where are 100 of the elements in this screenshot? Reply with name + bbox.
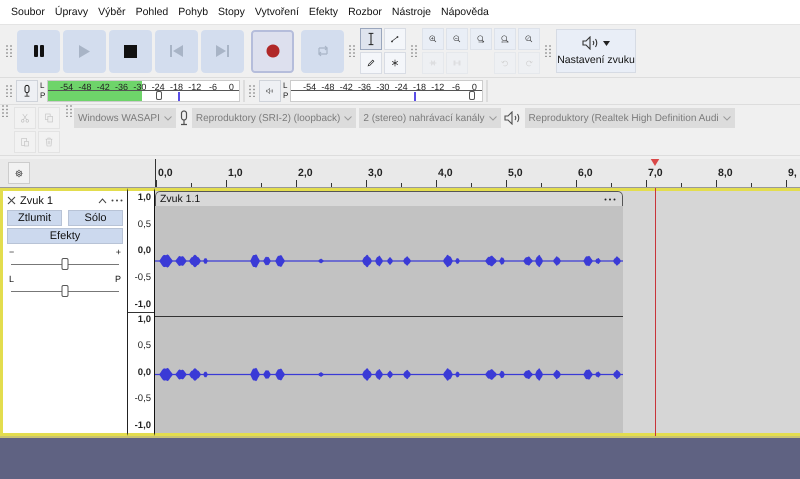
collapse-icon[interactable]	[98, 198, 107, 204]
meter-tick-label: -12	[431, 82, 444, 92]
stop-icon	[124, 44, 137, 58]
pan-slider-thumb[interactable]	[62, 285, 68, 297]
meter-tick-label: -42	[340, 82, 353, 92]
grip-handle-icon[interactable]	[545, 45, 551, 57]
meter-tick-label: -36	[115, 82, 128, 92]
record-button[interactable]	[251, 30, 294, 72]
ruler-label: 3,0	[368, 167, 383, 179]
meter-tick-label: -18	[412, 82, 426, 92]
amplitude-label: 1,0	[138, 314, 151, 324]
meter-tick-label: -24	[394, 82, 408, 92]
chevron-icon	[488, 116, 497, 120]
text-cursor-icon	[367, 31, 375, 47]
ruler-label: 2,0	[298, 167, 313, 179]
menu-item[interactable]: Úpravy	[50, 6, 94, 18]
effects-button[interactable]: Efekty	[7, 228, 123, 244]
menu-item[interactable]: Nápověda	[436, 6, 494, 18]
ruler-label: 8,0	[718, 167, 733, 179]
amplitude-label: -0,5	[134, 272, 151, 283]
meter-tick-label: -30	[376, 82, 390, 92]
skip-to-end-icon	[216, 44, 229, 58]
audio-setup-button[interactable]: Nastavení zvuku	[556, 29, 636, 73]
solo-button[interactable]: Sólo	[68, 210, 123, 226]
amplitude-label: -1,0	[134, 300, 151, 310]
skip-to-start-icon	[170, 44, 183, 58]
menu-item[interactable]: Výběr	[93, 6, 131, 18]
meter-tick-label: -54	[303, 82, 316, 92]
channel-label: P	[40, 91, 46, 101]
speaker-icon	[504, 111, 522, 125]
record-meter-button[interactable]	[16, 80, 38, 102]
more-icon[interactable]	[604, 198, 616, 200]
menu-item[interactable]: Stopy	[213, 6, 250, 18]
zoom-out-button[interactable]	[446, 28, 468, 50]
ruler-label: 9,	[788, 167, 797, 179]
chevron-icon	[164, 116, 172, 120]
amplitude-label: 0,0	[138, 246, 151, 256]
fit-project-button[interactable]	[494, 28, 516, 50]
meter-slider-thumb[interactable]	[156, 91, 162, 100]
stop-button[interactable]	[109, 30, 152, 72]
meter-tick-label: -6	[209, 82, 218, 92]
amplitude-label: -1,0	[134, 421, 151, 431]
tool-button[interactable]	[360, 28, 382, 50]
speaker-icon	[582, 36, 600, 50]
clip-name[interactable]: Zvuk 1.1	[160, 193, 200, 205]
grip-handle-icon[interactable]	[6, 85, 12, 97]
menu-item[interactable]: Soubor	[6, 6, 50, 18]
meter-tick-label: -6	[452, 82, 460, 92]
close-icon[interactable]	[7, 196, 16, 205]
fit-selection-button[interactable]	[470, 28, 492, 50]
meter-tick-label: 0	[228, 82, 234, 92]
menu-item[interactable]: Pohled	[130, 6, 174, 18]
zoom-toggle-button[interactable]	[518, 28, 540, 50]
menu-item[interactable]: Rozbor	[343, 6, 387, 18]
chevron-icon	[344, 116, 352, 120]
meter-tick-label: -18	[170, 82, 183, 92]
meter-tick-label: 0	[472, 82, 477, 92]
microphone-icon	[178, 110, 189, 126]
amplitude-label: 0,5	[138, 341, 151, 352]
playhead-marker[interactable]	[650, 159, 660, 166]
ruler-label: 7,0	[648, 167, 663, 179]
grip-handle-icon[interactable]	[411, 45, 417, 57]
grip-handle-icon[interactable]	[6, 45, 12, 57]
meter-tick-label: -48	[321, 82, 334, 92]
channel-label: P	[283, 91, 288, 101]
channel-label: L	[40, 81, 46, 91]
audio-clip[interactable]: Zvuk 1.1	[155, 191, 623, 433]
amplitude-label: 0,0	[138, 368, 151, 378]
loop-icon	[316, 44, 330, 58]
grip-handle-icon[interactable]	[349, 45, 355, 57]
gain-slider-thumb[interactable]	[62, 258, 68, 270]
meter-tick-label: -36	[358, 82, 372, 92]
play-icon	[78, 44, 91, 58]
menu-item[interactable]: Pohyb	[173, 6, 214, 18]
microphone-icon	[23, 83, 31, 99]
mute-button[interactable]: Ztlumit	[7, 210, 62, 226]
ruler-label: 4,0	[438, 167, 453, 179]
amplitude-label: 0,5	[138, 220, 151, 230]
meter-tick-label: -12	[188, 82, 202, 92]
menu-item[interactable]: Vytvoření	[250, 6, 304, 18]
more-icon[interactable]	[111, 199, 123, 202]
meter-tick-label: -24	[152, 82, 165, 92]
slider-max-label: P	[114, 275, 121, 284]
zoom-in-button[interactable]	[422, 28, 444, 50]
meter-slider-thumb[interactable]	[469, 91, 476, 100]
pause-icon	[32, 44, 44, 58]
pause-button[interactable]	[17, 30, 60, 72]
menu-item[interactable]: Efekty	[304, 6, 344, 18]
caret-icon	[603, 40, 610, 46]
grip-handle-icon[interactable]	[249, 85, 255, 97]
settings-button[interactable]	[8, 162, 30, 184]
grip-handle-icon[interactable]	[2, 105, 8, 117]
ruler-label: 0,0	[158, 167, 173, 179]
track-name[interactable]: Zvuk 1	[20, 194, 94, 206]
playback-meter-button[interactable]	[259, 80, 281, 102]
grip-handle-icon[interactable]	[66, 105, 72, 117]
menu-item[interactable]: Nástroje	[386, 6, 436, 18]
chevron-icon	[722, 116, 731, 120]
meter-tick-label: -42	[96, 82, 110, 92]
slider-min-label: L	[9, 275, 14, 284]
